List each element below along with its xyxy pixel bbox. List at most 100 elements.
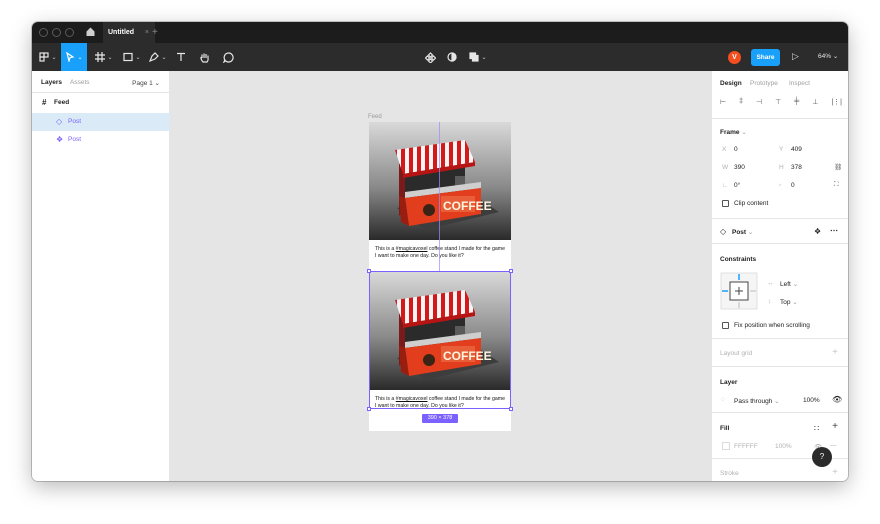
rotation-input[interactable]: 0° — [734, 182, 740, 189]
layer-row-post-component[interactable]: ❖ Post — [32, 131, 170, 149]
text-icon — [177, 52, 185, 61]
tab-design[interactable]: Design — [720, 80, 742, 87]
fill-opacity-input[interactable]: 100% — [775, 443, 792, 450]
move-icon — [66, 52, 76, 62]
mask-button[interactable] — [442, 43, 462, 71]
title-bar: Untitled × + — [32, 22, 848, 43]
hashtag-link[interactable]: #magicavoxel — [396, 246, 428, 252]
distribute-icon[interactable]: |⋮| — [831, 98, 842, 108]
coffee-stand-illustration: COFFEE — [369, 122, 511, 240]
resize-handle-bottom-right[interactable] — [509, 407, 513, 411]
pen-tool-button[interactable]: ⌄ — [146, 43, 170, 71]
close-window-button[interactable] — [39, 28, 48, 37]
frame-icon — [95, 52, 106, 62]
go-to-main-component-icon[interactable]: ❖ — [814, 227, 821, 236]
tab-layers[interactable]: Layers — [41, 79, 62, 86]
align-right-icon[interactable]: ⊣ — [756, 98, 762, 108]
instance-icon: ◇ — [56, 117, 63, 126]
present-icon[interactable]: ▷ — [792, 51, 799, 62]
frame-label[interactable]: Feed — [368, 114, 382, 120]
blend-mode-value: Pass through — [734, 398, 773, 405]
component-button[interactable] — [420, 43, 440, 71]
align-horizontal-center-icon[interactable]: ‡ — [739, 98, 743, 108]
post-image: COFFEE — [369, 122, 511, 240]
corner-radius-input[interactable]: 0 — [791, 182, 795, 189]
constrain-proportions-icon[interactable]: ⛓ — [834, 163, 842, 171]
help-button[interactable]: ? — [812, 447, 832, 467]
layer-section-title: Layer — [720, 379, 738, 386]
align-top-icon[interactable]: ⊤ — [775, 98, 781, 108]
horizontal-constraint-select[interactable]: Left ⌄ — [780, 280, 798, 288]
text-tool-button[interactable] — [172, 43, 190, 71]
divider — [712, 118, 848, 119]
frame-tool-button[interactable]: ⌄ — [92, 43, 116, 71]
divider — [712, 366, 848, 367]
fix-position-checkbox[interactable] — [722, 322, 729, 329]
maximize-window-button[interactable] — [65, 28, 74, 37]
minimize-window-button[interactable] — [52, 28, 61, 37]
x-input[interactable]: 0 — [734, 146, 738, 153]
tab-assets[interactable]: Assets — [70, 79, 90, 86]
fill-color-swatch[interactable] — [722, 442, 730, 450]
y-input[interactable]: 409 — [791, 146, 802, 153]
fill-hex-input[interactable]: FFFFFF — [734, 443, 758, 450]
align-vertical-center-icon[interactable]: ╪ — [794, 98, 799, 108]
width-input[interactable]: 390 — [734, 164, 745, 171]
blend-mode-select[interactable]: Pass through ⌄ — [734, 397, 780, 405]
rotation-icon: ∟ — [722, 182, 729, 189]
resize-handle-top-left[interactable] — [367, 269, 371, 273]
share-button[interactable]: Share — [751, 49, 780, 66]
resize-handle-bottom-left[interactable] — [367, 407, 371, 411]
independent-corners-icon[interactable]: ⛶ — [834, 181, 839, 189]
layer-opacity-input[interactable]: 100% — [803, 397, 820, 404]
move-tool-button[interactable]: ⌄ — [61, 43, 87, 71]
zoom-level[interactable]: 64% ⌄ — [818, 52, 838, 60]
resize-handle-top-right[interactable] — [509, 269, 513, 273]
selection-box[interactable] — [367, 269, 513, 411]
constraints-widget[interactable] — [720, 272, 758, 310]
properties-panel: Design Prototype Inspect ⊢ ‡ ⊣ ⊤ ╪ ⊥ |⋮|… — [711, 71, 848, 481]
mask-icon — [447, 52, 457, 62]
visibility-eye-icon[interactable]: 👁 — [832, 395, 842, 404]
add-layout-grid-icon[interactable]: + — [832, 347, 838, 358]
add-tab-icon[interactable]: + — [152, 22, 158, 43]
boolean-button[interactable]: ⌄ — [466, 43, 490, 71]
remove-fill-icon[interactable]: — — [830, 442, 837, 449]
component-selector[interactable]: Post ⌄ — [732, 228, 753, 236]
close-tab-icon[interactable]: × — [145, 22, 149, 43]
shape-tool-button[interactable]: ⌄ — [120, 43, 144, 71]
hand-icon — [199, 53, 209, 63]
frame-section-title[interactable]: Frame ⌄ — [720, 128, 747, 136]
add-stroke-icon[interactable]: + — [832, 467, 838, 478]
main-menu-icon[interactable]: ⌄ — [36, 43, 60, 71]
design-canvas[interactable]: Feed COFFEE This is a #magicavoxel coffe… — [170, 71, 711, 481]
fill-styles-icon[interactable]: ∷ — [814, 424, 819, 433]
file-tab[interactable]: Untitled × — [103, 22, 155, 43]
height-input[interactable]: 378 — [791, 164, 802, 171]
fix-position-label: Fix position when scrolling — [734, 322, 810, 329]
vertical-constraint-value: Top — [780, 299, 791, 306]
layer-row-feed[interactable]: # Feed — [32, 94, 170, 112]
vertical-constraint-select[interactable]: Top ⌄ — [780, 298, 798, 306]
layer-row-post-instance[interactable]: ◇ Post — [32, 113, 170, 131]
post-caption: This is a #magicavoxel coffee stand I ma… — [375, 246, 507, 260]
layer-label: Feed — [54, 99, 70, 106]
user-avatar[interactable]: V — [728, 51, 741, 64]
add-fill-icon[interactable]: + — [832, 421, 838, 432]
zoom-value: 64% — [818, 53, 832, 60]
blend-mode-icon: ◌ — [721, 396, 725, 403]
home-icon[interactable] — [85, 26, 96, 37]
frame-layer-icon: # — [42, 98, 47, 107]
clip-content-checkbox[interactable] — [722, 200, 729, 207]
frame-title: Frame — [720, 129, 740, 136]
comment-tool-button[interactable] — [218, 43, 238, 71]
layout-grid-title: Layout grid — [720, 350, 753, 357]
hand-tool-button[interactable] — [194, 43, 214, 71]
tab-prototype[interactable]: Prototype — [750, 80, 778, 87]
fill-section-title: Fill — [720, 425, 730, 432]
align-bottom-icon[interactable]: ⊥ — [812, 98, 818, 108]
page-selector[interactable]: Page 1 ⌄ — [132, 79, 160, 87]
tab-inspect[interactable]: Inspect — [789, 80, 810, 87]
more-options-icon[interactable]: ⋯ — [830, 226, 838, 235]
align-left-icon[interactable]: ⊢ — [720, 98, 726, 108]
